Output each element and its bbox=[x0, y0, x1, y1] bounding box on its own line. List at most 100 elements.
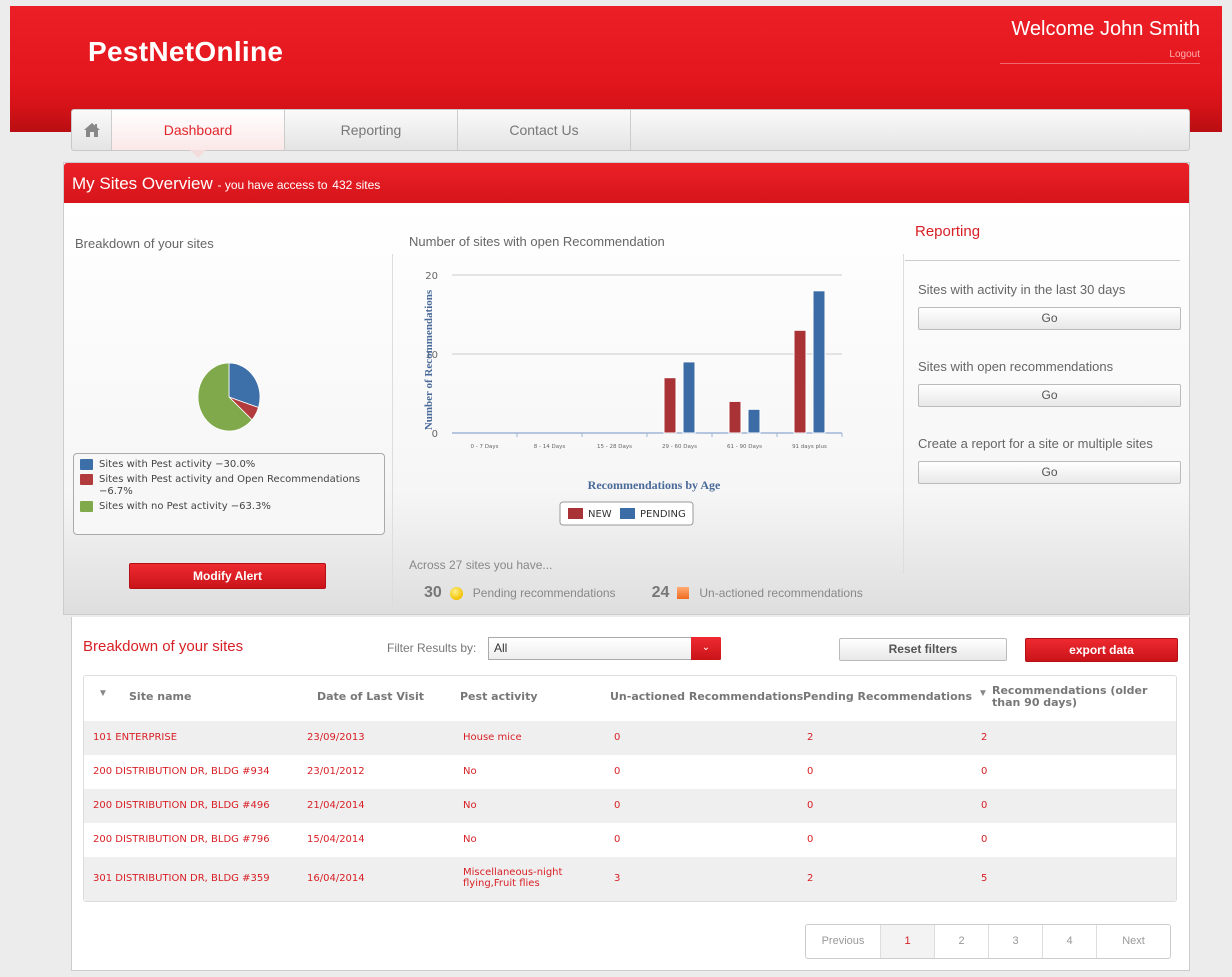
chevron-down-icon[interactable]: ⌄ bbox=[691, 637, 721, 660]
legend-item: Sites with no Pest activity −63.3% bbox=[80, 501, 378, 513]
pending-label: Pending recommendations bbox=[472, 586, 616, 600]
column-divider bbox=[903, 254, 904, 574]
table-cell: 0 bbox=[614, 766, 621, 777]
pagination: Previous 1 2 3 4 Next bbox=[805, 924, 1171, 959]
table-row[interactable]: 200 DISTRIBUTION DR, BLDG #934 23/01/2012… bbox=[84, 755, 1176, 789]
sort-arrow-icon[interactable]: ▼ bbox=[978, 688, 988, 699]
previous-page-button[interactable]: Previous bbox=[806, 925, 881, 958]
table-cell[interactable]: 200 DISTRIBUTION DR, BLDG #496 bbox=[93, 800, 270, 811]
legend-label-pending: PENDING bbox=[640, 509, 686, 520]
next-page-button[interactable]: Next bbox=[1097, 925, 1170, 958]
pie-legend: Sites with Pest activity −30.0% Sites wi… bbox=[73, 453, 385, 535]
filter-select[interactable]: All ⌄ bbox=[488, 637, 721, 660]
report-item-text: Sites with open recommendations bbox=[918, 359, 1114, 374]
table-cell[interactable]: 101 ENTERPRISE bbox=[93, 732, 177, 743]
pie-chart bbox=[197, 363, 261, 432]
table-cell: 0 bbox=[981, 834, 988, 845]
page-3-button[interactable]: 3 bbox=[989, 925, 1043, 958]
table-row[interactable]: 301 DISTRIBUTION DR, BLDG #359 16/04/2014… bbox=[84, 857, 1176, 901]
breakdown-title: Breakdown of your sites bbox=[75, 236, 214, 251]
unactioned-label: Un-actioned recommendations bbox=[699, 586, 863, 600]
panel-title: My Sites Overview - you have access to 4… bbox=[72, 174, 380, 194]
reset-filters-button[interactable]: Reset filters bbox=[839, 638, 1007, 661]
col-header-last-visit[interactable]: Date of Last Visit bbox=[317, 690, 424, 703]
reporting-title: Reporting bbox=[915, 223, 981, 240]
y-axis-label: Number of Recommendations bbox=[423, 289, 435, 430]
sort-arrow-icon[interactable]: ▼ bbox=[98, 688, 108, 699]
table-title: Breakdown of your sites bbox=[83, 638, 244, 655]
page-1-button[interactable]: 1 bbox=[881, 925, 935, 958]
table-cell: No bbox=[463, 766, 477, 777]
pending-dot-icon bbox=[449, 586, 463, 600]
column-divider bbox=[392, 254, 393, 614]
export-data-button[interactable]: export data bbox=[1025, 638, 1178, 662]
bar-new bbox=[663, 377, 677, 434]
unactioned-count: 24 bbox=[651, 584, 670, 601]
unactioned-square-icon bbox=[677, 587, 690, 599]
table-cell: 2 bbox=[981, 732, 988, 743]
table-cell: 23/09/2013 bbox=[307, 732, 365, 743]
logout-link[interactable]: Logout bbox=[1169, 49, 1200, 60]
overview-subtitle: - you have access to bbox=[217, 178, 328, 192]
table-row[interactable]: 101 ENTERPRISE 23/09/2013 House mice 0 2 2 bbox=[84, 721, 1176, 755]
table-cell: 23/01/2012 bbox=[307, 766, 365, 777]
welcome-text: Welcome John Smith bbox=[1011, 18, 1200, 40]
table-row[interactable]: 200 DISTRIBUTION DR, BLDG #496 21/04/2014… bbox=[84, 789, 1176, 823]
tab-contact-us[interactable]: Contact Us bbox=[458, 110, 631, 150]
table-cell: 16/04/2014 bbox=[307, 873, 365, 884]
legend-label: Sites with no Pest activity −63.3% bbox=[99, 501, 271, 512]
legend-swatch bbox=[80, 459, 93, 470]
go-button-create-report[interactable]: Go bbox=[918, 461, 1181, 484]
overview-title: My Sites Overview bbox=[72, 174, 213, 193]
go-button-activity[interactable]: Go bbox=[918, 307, 1181, 330]
table-cell: 2 bbox=[807, 732, 814, 743]
table-cell: 0 bbox=[807, 834, 814, 845]
table-cell: 2 bbox=[807, 873, 814, 884]
legend-label-new: NEW bbox=[588, 509, 612, 520]
y-tick-label: 20 bbox=[425, 271, 438, 282]
table-cell: No bbox=[463, 834, 477, 845]
x-tick-label: 0 - 7 Days bbox=[471, 444, 499, 450]
summary-stats: 30 Pending recommendations 24 Un-actione… bbox=[424, 584, 863, 602]
col-header-site-name[interactable]: Site name bbox=[129, 690, 191, 703]
bar-pending bbox=[747, 408, 761, 434]
tab-dashboard[interactable]: Dashboard bbox=[112, 110, 285, 158]
table-cell: 21/04/2014 bbox=[307, 800, 365, 811]
tab-reporting[interactable]: Reporting bbox=[285, 110, 458, 150]
bar-chart: 01020Number of Recommendations0 - 7 Days… bbox=[423, 271, 843, 526]
col-header-older-90[interactable]: Recommendations (older than 90 days) bbox=[992, 685, 1167, 709]
table-cell: 0 bbox=[807, 766, 814, 777]
table-cell: 0 bbox=[614, 800, 621, 811]
table-cell: No bbox=[463, 800, 477, 811]
legend-item: Sites with Pest activity −30.0% bbox=[80, 459, 378, 471]
legend-item: Sites with Pest activity and Open Recomm… bbox=[80, 474, 378, 498]
table-cell: 3 bbox=[614, 873, 621, 884]
table-cell: 0 bbox=[614, 834, 621, 845]
table-cell: 0 bbox=[614, 732, 621, 743]
page-2-button[interactable]: 2 bbox=[935, 925, 989, 958]
go-button-open-recommendations[interactable]: Go bbox=[918, 384, 1181, 407]
across-text: Across 27 sites you have... bbox=[409, 558, 553, 572]
home-button[interactable] bbox=[72, 110, 112, 150]
report-item-text: Create a report for a site or multiple s… bbox=[918, 436, 1153, 451]
legend-swatch-new bbox=[568, 508, 583, 519]
legend-label: Sites with Pest activity −30.0% bbox=[99, 459, 256, 470]
app-logo: PestNetOnline bbox=[88, 36, 284, 67]
filter-label: Filter Results by: bbox=[387, 641, 477, 655]
x-tick-label: 15 - 28 Days bbox=[597, 444, 632, 450]
page-4-button[interactable]: 4 bbox=[1043, 925, 1097, 958]
col-header-unactioned[interactable]: Un-actioned Recommendations bbox=[610, 690, 803, 703]
modify-alert-button[interactable]: Modify Alert bbox=[129, 563, 326, 589]
col-header-pending[interactable]: Pending Recommendations bbox=[803, 690, 972, 703]
pending-count: 30 bbox=[424, 584, 442, 601]
bar-pending bbox=[812, 290, 826, 434]
table-row[interactable]: 200 DISTRIBUTION DR, BLDG #796 15/04/2014… bbox=[84, 823, 1176, 857]
table-cell[interactable]: 200 DISTRIBUTION DR, BLDG #934 bbox=[93, 766, 270, 777]
col-header-pest-activity[interactable]: Pest activity bbox=[460, 690, 538, 703]
table-cell[interactable]: 200 DISTRIBUTION DR, BLDG #796 bbox=[93, 834, 270, 845]
x-tick-label: 91 days plus bbox=[792, 444, 827, 450]
legend-swatch bbox=[80, 474, 93, 485]
table-cell: 0 bbox=[807, 800, 814, 811]
table-cell: 0 bbox=[981, 766, 988, 777]
table-cell[interactable]: 301 DISTRIBUTION DR, BLDG #359 bbox=[93, 873, 270, 884]
